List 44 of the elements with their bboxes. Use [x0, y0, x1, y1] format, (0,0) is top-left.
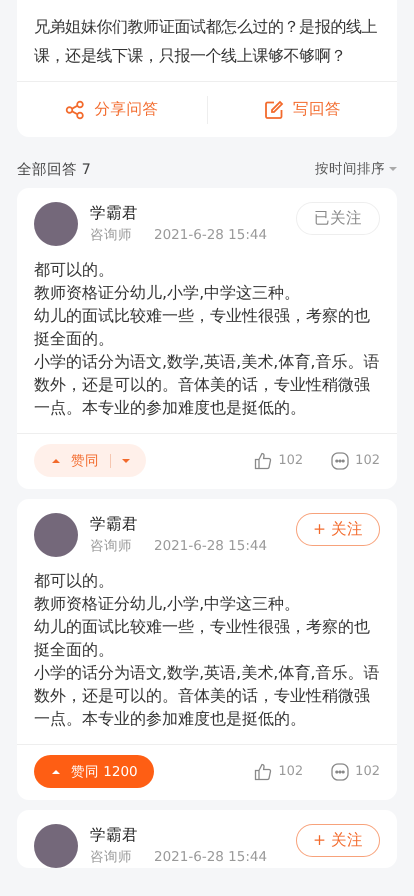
- follow-button[interactable]: 已关注: [296, 202, 380, 234]
- user-name: 学霸君: [90, 203, 139, 224]
- caret-icon: [389, 167, 397, 171]
- share-button[interactable]: 分享问答: [17, 90, 206, 130]
- answer-text: 教师资格证分幼儿,小学,中学这三种。: [34, 282, 302, 304]
- avatar: [34, 513, 78, 557]
- answer-text: 幼儿的面试比较难一些，专业性很强，考察的也挺全面的。: [34, 305, 371, 350]
- answer-time: 2021-6-28 15:44: [154, 848, 268, 867]
- comment-button[interactable]: 102: [331, 452, 380, 470]
- like-button[interactable]: 102: [254, 762, 304, 780]
- answer-text: 小学的话分为语文,数学,英语,美术,体育,音乐。语数外，还是可以的。音体美的话，专业性稍微强一点。本专业的参加难度也是挺低的。: [34, 351, 380, 419]
- agree-button[interactable]: 赞同: [34, 444, 146, 477]
- thumbs-up-icon: [254, 762, 272, 780]
- follow-button[interactable]: + 关注: [296, 824, 380, 856]
- like-button[interactable]: 102: [254, 452, 304, 470]
- comment-button[interactable]: 102: [331, 762, 380, 780]
- answer-time: 2021-6-28 15:44: [154, 537, 268, 556]
- chat-bubble-icon: [331, 452, 350, 470]
- avatar: [34, 824, 78, 868]
- question-text: 兄弟姐妹你们教师证面试都怎么过的？是报的线上课，还是线下课，只报一个线上课够不够啊？: [33, 16, 378, 67]
- thumbs-up-icon: [254, 452, 272, 470]
- avatar: [34, 202, 78, 246]
- up-triangle-icon: [52, 770, 60, 774]
- answer-time: 2021-6-28 15:44: [154, 226, 268, 245]
- up-triangle-icon: [52, 458, 60, 462]
- user-role: 咨询师: [90, 848, 132, 867]
- user-role: 咨询师: [90, 537, 132, 556]
- sort-dropdown[interactable]: 按时间排序: [315, 160, 397, 178]
- answer-text: 都可以的。: [34, 570, 115, 592]
- user-role: 咨询师: [90, 226, 132, 245]
- answer-text: 都可以的。: [34, 259, 115, 281]
- answer-text: 教师资格证分幼儿,小学,中学这三种。: [34, 593, 302, 615]
- follow-button[interactable]: + 关注: [296, 512, 380, 546]
- user-name: 学霸君: [90, 825, 139, 846]
- user-name: 学霸君: [90, 514, 139, 535]
- write-answer-button[interactable]: 写回答: [208, 90, 397, 130]
- answers-count: 全部回答 7: [17, 160, 91, 178]
- caret-icon: [122, 458, 130, 462]
- answer-text: 小学的话分为语文,数学,英语,美术,体育,音乐。语数外，还是可以的。音体美的话，专业性稍微强一点。本专业的参加难度也是挺低的。: [34, 662, 380, 730]
- share-icon: [65, 100, 86, 120]
- chat-bubble-icon: [331, 762, 350, 780]
- answer-text: 幼儿的面试比较难一些，专业性很强，考察的也挺全面的。: [34, 616, 371, 661]
- agree-button[interactable]: 赞同 1200: [34, 755, 154, 788]
- edit-icon: [264, 100, 284, 120]
